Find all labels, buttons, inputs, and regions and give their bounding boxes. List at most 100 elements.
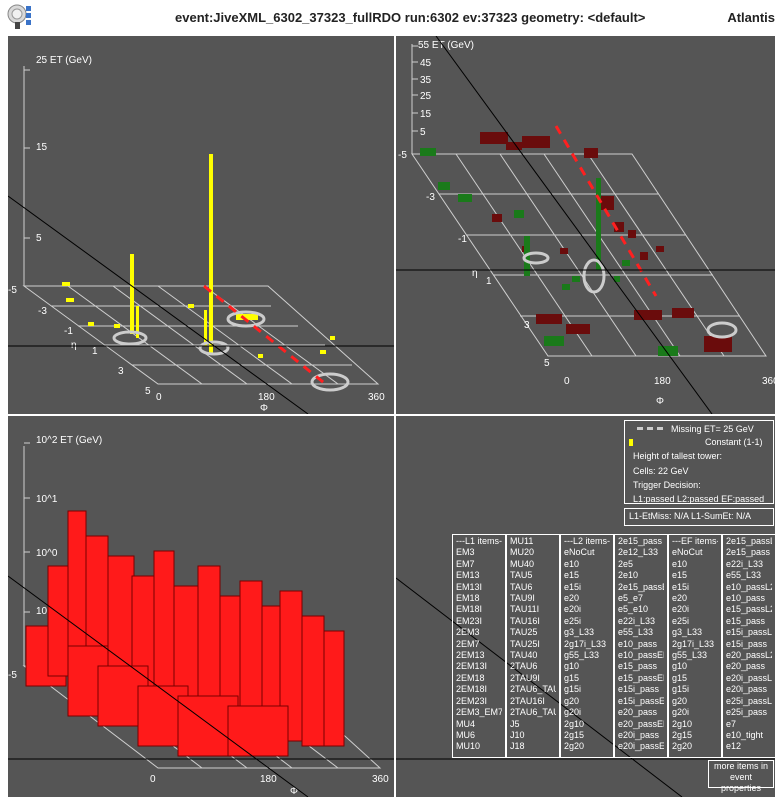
trigger-item: TAU40: [510, 650, 538, 661]
trigger-item: e5_e7: [618, 593, 644, 604]
trigger-item: 2g10: [564, 718, 585, 729]
trigger-item: 2EM7: [456, 638, 480, 649]
atlantis-logo-icon: [7, 4, 31, 29]
trigger-item: 2g15: [564, 729, 585, 740]
missing-et-label: Missing ET= 25 GeV: [671, 424, 754, 434]
trigger-item: eNoCut: [564, 547, 595, 558]
lego-plot-yellow[interactable]: 25 ET (GeV) 15 5 -5 -3 -1 1 3 5 η 0 180 …: [8, 36, 394, 414]
trigger-item: e25i_pass: [726, 707, 768, 718]
missing-et-swatch: [637, 427, 663, 430]
phi-axis-symbol: Φ: [260, 403, 268, 414]
trigger-item: e7: [726, 718, 737, 729]
trigger-item: e15_passEF: [618, 672, 664, 683]
trigger-item: e15i_passL2: [726, 627, 772, 638]
eta-label: -5: [8, 670, 17, 681]
trigger-item: e5_e10: [618, 604, 649, 615]
trigger-item: e10_pass: [726, 593, 766, 604]
lego-plot-redgreen[interactable]: 55 ET (GeV) 45 35 25 15 5 -5 -3 -1 1 3 5…: [396, 36, 775, 414]
et-tick: 10: [36, 606, 48, 617]
trigger-item: TAU9I: [510, 593, 535, 604]
trigger-item: e15i_pass: [618, 684, 660, 695]
trigger-item: 2EM13I: [456, 661, 488, 672]
trigger-item: g55_L33: [564, 650, 600, 661]
eta-label: 1: [92, 346, 98, 357]
trigger-item: e55_L33: [726, 570, 762, 581]
trigger-item: e20_pass: [618, 707, 658, 718]
trigger-column: ---L2 items---eNoCute10e15e15ie20e20ie25…: [560, 534, 614, 758]
trigger-item: g3_L33: [564, 627, 595, 638]
et-tick: 45: [420, 58, 432, 69]
trigger-item: MU6: [456, 729, 476, 740]
trigger-item: e20i_pass: [618, 729, 660, 740]
phi-label: 360: [372, 774, 389, 785]
trigger-item: 2e15_pass: [726, 547, 771, 558]
lego-redgreen-canvas: 55 ET (GeV) 45 35 25 15 5 -5 -3 -1 1 3 5…: [396, 36, 775, 414]
trigger-item: g55_L33: [672, 650, 708, 661]
trigger-item: ---L2 items---: [564, 536, 610, 546]
trigger-item: e55_L33: [618, 627, 654, 638]
trigger-item: 2EM3_EM7: [456, 707, 502, 718]
trigger-column: 2e15_pass2e12_L332e52e102e15_passEFe5_e7…: [614, 534, 668, 758]
lego-plot-red[interactable]: 10^2 ET (GeV) 10^1 10^0 10 -5 0 180 360 …: [8, 416, 394, 797]
trigger-item: e22i_L33: [726, 558, 764, 569]
etmiss-box: L1-EtMiss: N/A L1-SumEt: N/A: [624, 508, 774, 526]
et-tick: 5: [420, 127, 426, 138]
trigger-item: TAU25I: [510, 638, 540, 649]
trigger-item: e10_passL2: [726, 581, 772, 592]
trigger-item: g10: [564, 661, 580, 672]
cells-label: Cells: 22 GeV: [633, 466, 689, 476]
eta-label: 5: [544, 358, 550, 369]
trigger-item: g3_L33: [672, 627, 703, 638]
trigger-item: 2e15_passEF: [618, 581, 664, 592]
et-tick: 10^1: [36, 494, 58, 505]
more-items-link[interactable]: more items in event properties: [708, 760, 774, 793]
trigger-item: 2TAU9I: [510, 672, 540, 683]
trigger-item: ---EF items---: [672, 536, 718, 546]
trigger-item: 2g17i_L33: [564, 638, 607, 649]
trigger-item: eNoCut: [672, 547, 703, 558]
trigger-item: 2TAU6: [510, 661, 538, 672]
constant-swatch: [629, 439, 633, 446]
et-tick-5: 5: [36, 233, 42, 244]
trigger-item: EM3: [456, 547, 475, 558]
title-bar: event:JiveXML_6302_37323_fullRDO run:630…: [0, 0, 775, 36]
phi-label: 0: [156, 392, 162, 403]
app-brand: Atlantis: [727, 10, 775, 25]
et-axis-label: 10^2 ET (GeV): [36, 435, 102, 446]
trigger-column: 2e15_passL22e15_passe22i_L33e55_L33e10_p…: [722, 534, 775, 758]
eta-label: -5: [8, 285, 17, 296]
trigger-item: EM13: [456, 570, 480, 581]
trigger-item: 2e10: [618, 570, 639, 581]
trigger-item: 2g15: [672, 729, 693, 740]
trigger-item: 2g20: [564, 741, 585, 752]
trigger-item: e20i_pass: [726, 684, 768, 695]
et-tick: 25: [420, 91, 432, 102]
trigger-item: e20i_passL2: [726, 672, 772, 683]
trigger-item: 2EM13: [456, 650, 485, 661]
trigger-item: e25i: [564, 615, 582, 626]
trigger-item: EM7: [456, 558, 475, 569]
trigger-item: e20: [672, 593, 688, 604]
trigger-item: e15_passL2: [726, 604, 772, 615]
trigger-column: MU11 MU20 MU40 TAU5 TAU6 TAU9I TAU11I TAU16I TAU…: [506, 534, 560, 758]
trigger-item: e10_pass: [618, 638, 658, 649]
trigger-item: e20: [564, 593, 580, 604]
eta-label: 3: [524, 320, 530, 331]
trigger-item: e20_passEF: [618, 718, 664, 729]
trigger-item: g20i: [672, 707, 690, 718]
trigger-item: TAU16I: [510, 615, 540, 626]
phi-label: 180: [258, 392, 275, 403]
et-tick-15: 15: [36, 142, 48, 153]
trigger-item: g15: [564, 672, 580, 683]
phi-label: 360: [762, 376, 775, 387]
phi-label: 0: [150, 774, 156, 785]
trigger-item: e25i: [672, 615, 690, 626]
trigger-item: 2EM3: [456, 627, 480, 638]
etmiss-label: L1-EtMiss: N/A L1-SumEt: N/A: [629, 511, 752, 521]
trigger-item: EM23I: [456, 615, 483, 626]
et-tick: 15: [420, 109, 432, 120]
phi-label: 0: [564, 376, 570, 387]
trigger-item: EM13I: [456, 581, 483, 592]
trigger-item: e15i: [672, 581, 690, 592]
trigger-item: TAU5: [510, 570, 533, 581]
